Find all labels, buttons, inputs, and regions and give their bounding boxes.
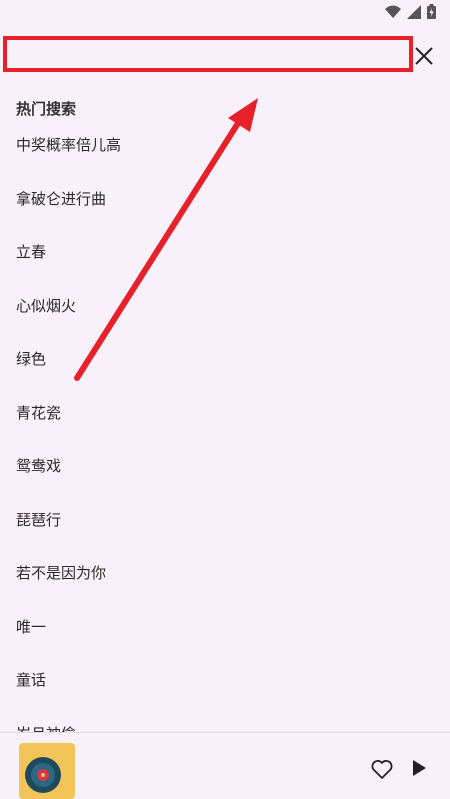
vinyl-disc-icon — [25, 757, 61, 793]
mini-player — [0, 732, 450, 799]
album-art[interactable] — [19, 743, 75, 799]
annotation-arrow — [74, 98, 258, 381]
play-icon[interactable] — [408, 757, 430, 779]
heart-icon[interactable] — [370, 757, 394, 781]
